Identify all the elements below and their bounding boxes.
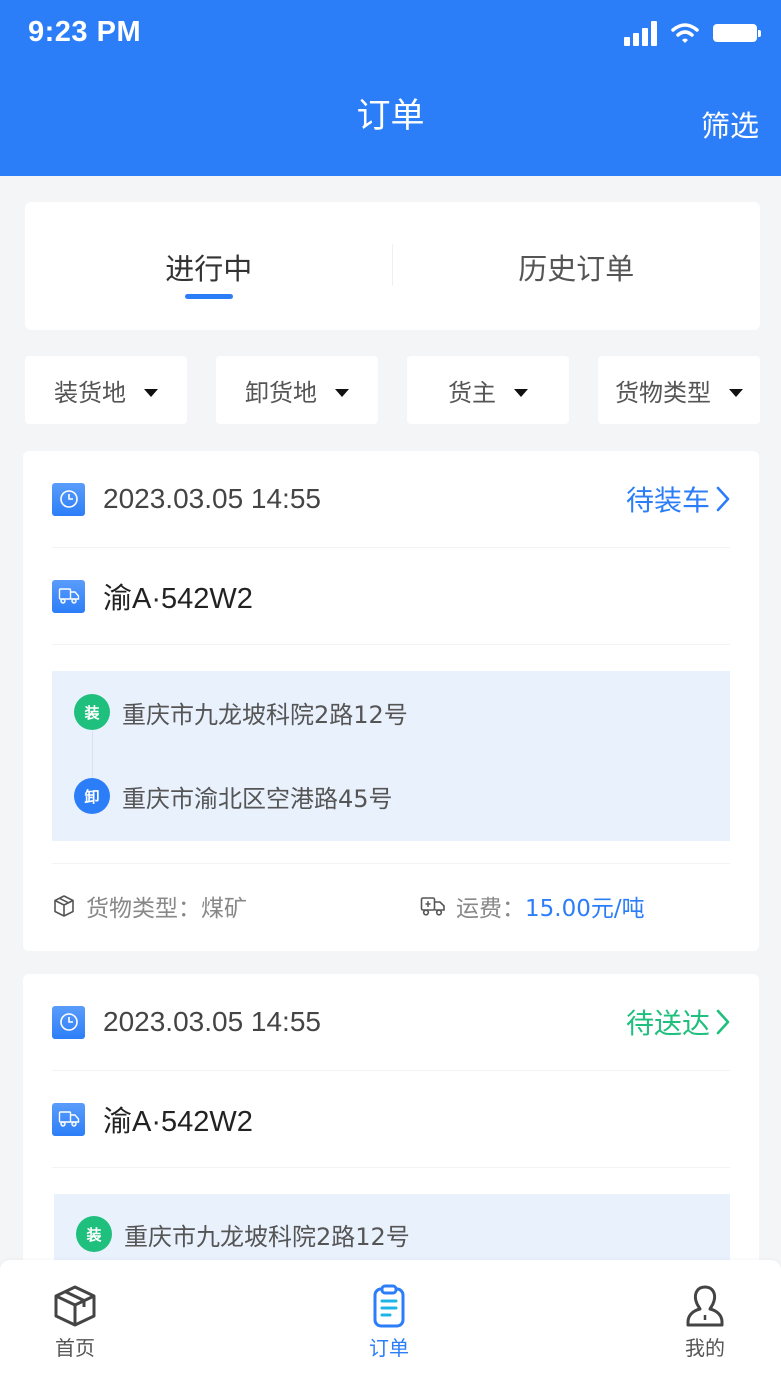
filter-label: 卸货地: [245, 378, 317, 407]
order-status-link[interactable]: 待装车: [626, 479, 730, 519]
filter-cargo-type[interactable]: 货物类型: [598, 356, 760, 424]
order-time-row: 2023.03.05 14:55 待装车: [52, 451, 730, 548]
package-icon: [54, 895, 74, 917]
filter-shipper[interactable]: 货主: [407, 356, 569, 424]
active-tab-indicator: [184, 294, 233, 299]
vehicle-row: 渝A·542W2: [52, 548, 730, 645]
tabbar-label: 我的: [685, 1336, 725, 1360]
load-badge: 装: [76, 1216, 112, 1252]
tab-label: 历史订单: [518, 252, 635, 286]
header: 9:23 PM 订单 筛选: [0, 0, 781, 176]
cargo-type-label: 货物类型：: [86, 896, 201, 922]
signal-icon: [624, 20, 657, 46]
bottom-tab-bar: 首页 订单 我的: [0, 1260, 781, 1394]
chevron-right-icon: [716, 1009, 730, 1035]
tabbar-item-home[interactable]: 首页: [52, 1284, 98, 1361]
order-status: 待送达: [625, 1007, 710, 1040]
freight-label: 运费：: [456, 896, 525, 922]
route-box: 装 重庆市九龙坡科院2路12号 卸 重庆市渝北区空港路45号: [52, 671, 730, 841]
battery-icon: [713, 24, 761, 42]
clock-icon: [52, 1005, 85, 1039]
user-icon: [686, 1285, 724, 1327]
tabbar-label: 订单: [369, 1336, 409, 1360]
loading-point: 装 重庆市九龙坡科院2路12号: [76, 1216, 410, 1252]
filter-unloading-place[interactable]: 卸货地: [216, 356, 378, 424]
tab-label: 进行中: [165, 252, 253, 286]
load-address: 重庆市九龙坡科院2路12号: [122, 700, 408, 729]
filter-label: 货主: [448, 378, 496, 407]
caret-down-icon: [144, 389, 158, 397]
freight-value: 15.00元/吨: [525, 896, 645, 922]
filter-label: 货物类型: [615, 378, 711, 407]
filter-label: 装货地: [54, 378, 126, 407]
order-datetime: 2023.03.05 14:55: [103, 1006, 321, 1037]
cargo-type-value: 煤矿: [201, 896, 247, 922]
tabbar-item-profile[interactable]: 我的: [682, 1284, 728, 1361]
order-tabs: 进行中 历史订单: [25, 202, 760, 330]
order-time-row: 2023.03.05 14:55 待送达: [52, 974, 730, 1071]
status-icons: [624, 20, 761, 46]
caret-down-icon: [729, 389, 743, 397]
box-icon: [54, 1285, 96, 1327]
loading-point: 装 重庆市九龙坡科院2路12号: [74, 694, 408, 730]
route-connector: [92, 731, 93, 785]
unload-address: 重庆市渝北区空港路45号: [122, 784, 393, 813]
tabbar-item-orders[interactable]: 订单: [366, 1284, 412, 1361]
order-card[interactable]: 2023.03.05 14:55 待装车 渝A·542W2 装 重庆市九龙坡科院…: [23, 451, 759, 951]
load-badge: 装: [74, 694, 110, 730]
tab-history[interactable]: 历史订单: [393, 202, 761, 330]
delivery-truck-icon: [420, 897, 445, 916]
license-plate: 渝A·542W2: [103, 1106, 253, 1138]
chevron-right-icon: [716, 486, 730, 512]
clipboard-icon: [373, 1284, 405, 1328]
license-plate: 渝A·542W2: [103, 583, 253, 615]
order-card[interactable]: 2023.03.05 14:55 待送达 渝A·542W2 装 重庆市九龙坡科院…: [23, 974, 759, 1364]
vehicle-row: 渝A·542W2: [52, 1071, 730, 1168]
truck-icon: [52, 1102, 85, 1136]
filter-loading-place[interactable]: 装货地: [25, 356, 187, 424]
wifi-icon: [671, 23, 699, 43]
freight-info: 运费： 15.00元/吨: [420, 889, 645, 923]
truck-icon: [52, 579, 85, 613]
unload-badge: 卸: [74, 778, 110, 814]
filter-bar: 装货地 卸货地 货主 货物类型: [25, 356, 760, 424]
caret-down-icon: [335, 389, 349, 397]
order-status-link[interactable]: 待送达: [626, 1002, 730, 1042]
load-address: 重庆市九龙坡科院2路12号: [124, 1222, 410, 1251]
order-status: 待装车: [625, 484, 710, 517]
tabbar-label: 首页: [55, 1336, 95, 1360]
cargo-type-info: 货物类型： 煤矿: [52, 889, 420, 923]
tab-in-progress[interactable]: 进行中: [25, 202, 393, 330]
clock-icon: [52, 482, 85, 516]
filter-button[interactable]: 筛选: [701, 103, 759, 145]
status-time: 9:23 PM: [28, 16, 142, 48]
order-datetime: 2023.03.05 14:55: [103, 483, 321, 514]
caret-down-icon: [514, 389, 528, 397]
unloading-point: 卸 重庆市渝北区空港路45号: [74, 778, 393, 814]
order-footer: 货物类型： 煤矿 运费： 15.00元/吨: [52, 863, 730, 948]
page-title: 订单: [356, 96, 425, 136]
